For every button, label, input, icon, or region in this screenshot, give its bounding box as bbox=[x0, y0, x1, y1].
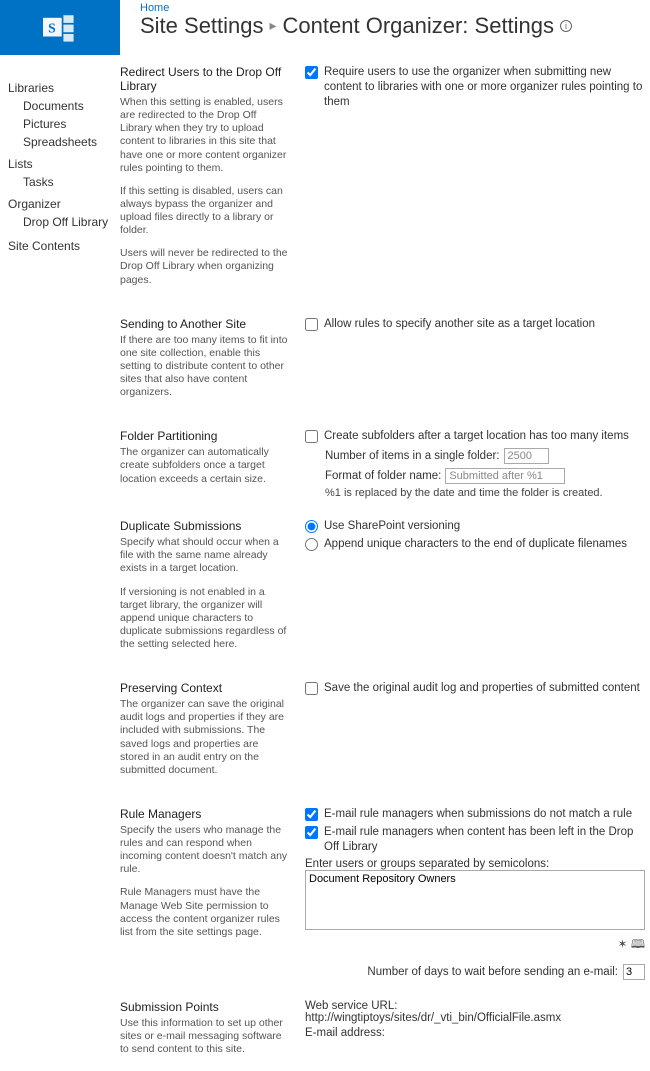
webservice-url-text: Web service URL: http://wingtiptoys/site… bbox=[305, 1000, 645, 1024]
folder-format-label: Format of folder name: bbox=[325, 470, 441, 482]
nav-item-documents[interactable]: Documents bbox=[23, 99, 84, 113]
quick-launch-nav: Libraries Documents Pictures Spreadsheet… bbox=[0, 65, 120, 1071]
title-segment-content-organizer: Content Organizer: Settings bbox=[283, 14, 554, 38]
section-desc: Specify what should occur when a file wi… bbox=[120, 536, 290, 575]
sharepoint-logo: S bbox=[0, 0, 120, 55]
email-no-match-checkbox[interactable] bbox=[305, 808, 318, 821]
require-organizer-checkbox[interactable] bbox=[305, 66, 318, 79]
folder-format-note: %1 is replaced by the date and time the … bbox=[325, 487, 645, 499]
append-chars-radio[interactable] bbox=[305, 538, 318, 551]
rule-managers-input[interactable]: Document Repository Owners bbox=[305, 870, 645, 930]
section-title-sending: Sending to Another Site bbox=[120, 317, 290, 331]
section-desc: The organizer can save the original audi… bbox=[120, 698, 290, 777]
section-desc: The organizer can automatically create s… bbox=[120, 446, 290, 485]
section-desc: Use this information to set up other sit… bbox=[120, 1017, 290, 1056]
section-title-submission: Submission Points bbox=[120, 1000, 290, 1014]
days-wait-label: Number of days to wait before sending an… bbox=[367, 966, 618, 978]
section-title-folder: Folder Partitioning bbox=[120, 429, 290, 443]
section-desc: When this setting is enabled, users are … bbox=[120, 96, 290, 175]
nav-heading-organizer[interactable]: Organizer bbox=[8, 197, 115, 211]
svg-text:S: S bbox=[48, 20, 56, 35]
nav-item-pictures[interactable]: Pictures bbox=[23, 117, 66, 131]
num-items-input[interactable] bbox=[504, 448, 549, 464]
nav-item-site-contents[interactable]: Site Contents bbox=[8, 239, 80, 253]
num-items-label: Number of items in a single folder: bbox=[325, 450, 500, 462]
breadcrumb-chevron-icon: ▸ bbox=[270, 18, 277, 33]
allow-other-site-label: Allow rules to specify another site as a… bbox=[324, 317, 595, 332]
require-organizer-label: Require users to use the organizer when … bbox=[324, 65, 645, 110]
days-wait-input[interactable] bbox=[623, 964, 645, 980]
create-subfolders-checkbox[interactable] bbox=[305, 430, 318, 443]
section-title-preserve: Preserving Context bbox=[120, 681, 290, 695]
email-no-match-label: E-mail rule managers when submissions do… bbox=[324, 807, 632, 822]
use-versioning-label: Use SharePoint versioning bbox=[324, 519, 460, 534]
create-subfolders-label: Create subfolders after a target locatio… bbox=[324, 429, 629, 444]
allow-other-site-checkbox[interactable] bbox=[305, 318, 318, 331]
email-dropoff-label: E-mail rule managers when content has be… bbox=[324, 825, 645, 855]
enter-users-label: Enter users or groups separated by semic… bbox=[305, 858, 645, 870]
email-dropoff-checkbox[interactable] bbox=[305, 826, 318, 839]
save-audit-checkbox[interactable] bbox=[305, 682, 318, 695]
section-desc: Specify the users who manage the rules a… bbox=[120, 824, 290, 877]
nav-heading-lists[interactable]: Lists bbox=[8, 157, 115, 171]
section-title-redirect: Redirect Users to the Drop Off Library bbox=[120, 65, 290, 93]
section-desc: If this setting is disabled, users can a… bbox=[120, 185, 290, 238]
use-versioning-radio[interactable] bbox=[305, 520, 318, 533]
section-desc: Rule Managers must have the Manage Web S… bbox=[120, 886, 290, 939]
nav-item-spreadsheets[interactable]: Spreadsheets bbox=[23, 135, 97, 149]
info-icon[interactable]: i bbox=[560, 20, 572, 32]
save-audit-label: Save the original audit log and properti… bbox=[324, 681, 640, 696]
browse-people-icon[interactable]: 🕮 bbox=[631, 937, 645, 951]
section-desc: Users will never be redirected to the Dr… bbox=[120, 247, 290, 286]
nav-item-dropoff[interactable]: Drop Off Library bbox=[23, 215, 108, 229]
nav-item-tasks[interactable]: Tasks bbox=[23, 175, 54, 189]
section-desc: If versioning is not enabled in a target… bbox=[120, 586, 290, 652]
page-title: Site Settings ▸ Content Organizer: Setti… bbox=[140, 14, 650, 38]
nav-heading-libraries[interactable]: Libraries bbox=[8, 81, 115, 95]
section-desc: If there are too many items to fit into … bbox=[120, 334, 290, 400]
check-names-icon[interactable]: ✶ bbox=[617, 937, 627, 951]
title-segment-site-settings: Site Settings bbox=[140, 14, 264, 38]
section-title-managers: Rule Managers bbox=[120, 807, 290, 821]
section-title-duplicate: Duplicate Submissions bbox=[120, 519, 290, 533]
email-address-text: E-mail address: bbox=[305, 1027, 645, 1039]
append-chars-label: Append unique characters to the end of d… bbox=[324, 537, 627, 552]
folder-format-input[interactable] bbox=[445, 468, 565, 484]
